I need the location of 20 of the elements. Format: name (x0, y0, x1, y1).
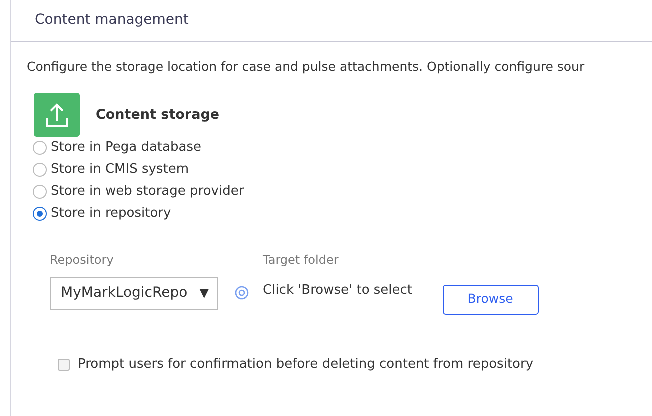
target-icon[interactable] (234, 284, 250, 301)
radio-button[interactable] (33, 206, 47, 221)
description-text: Configure the storage location for case and pulse attachments. Optionally configure sour (26, 58, 586, 76)
radio-label[interactable]: Store in web storage provider (51, 180, 244, 203)
repository-label: Repository (50, 252, 115, 269)
radio-button[interactable] (33, 184, 47, 199)
target-folder-value: Click 'Browse' to select (263, 282, 413, 300)
radio-button[interactable] (33, 162, 47, 177)
section-title: Content management (35, 12, 189, 28)
confirm-checkbox[interactable] (58, 358, 70, 370)
confirm-label: Prompt users for confirmation before deleting content from repository (78, 356, 534, 374)
repository-select[interactable]: MyMarkLogicRepo ▼ (50, 276, 218, 310)
target-folder-label: Target folder (263, 252, 340, 269)
radio-label[interactable]: Store in Pega database (51, 136, 202, 159)
browse-button[interactable]: Browse (442, 284, 539, 315)
upload-icon (34, 92, 80, 137)
radio-button[interactable] (33, 140, 47, 155)
radio-label[interactable]: Store in repository (51, 202, 172, 225)
content-storage-title: Content storage (96, 106, 220, 125)
radio-label[interactable]: Store in CMIS system (51, 158, 189, 181)
